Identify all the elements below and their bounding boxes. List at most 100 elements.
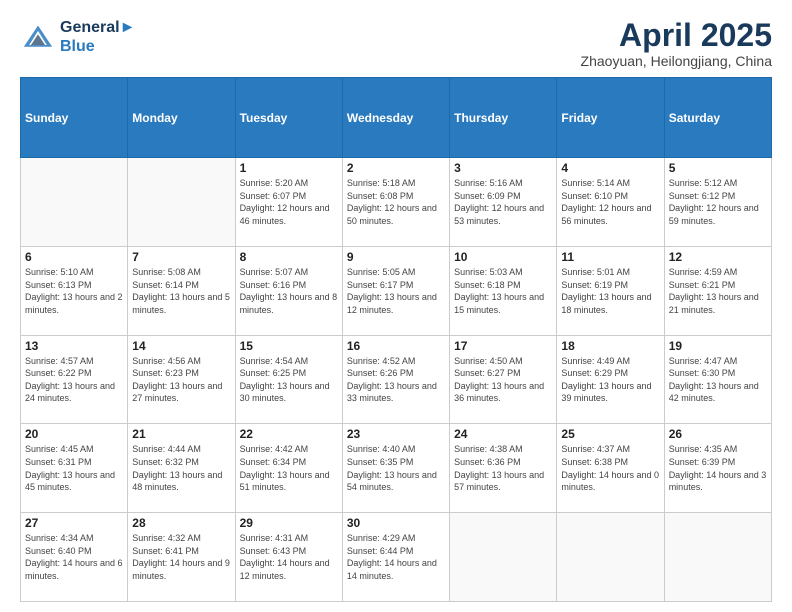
week-row-3: 13 Sunrise: 4:57 AM Sunset: 6:22 PM Dayli…	[21, 335, 772, 424]
logo-text: General► Blue	[60, 18, 135, 56]
week-row-1: 1 Sunrise: 5:20 AM Sunset: 6:07 PM Daylig…	[21, 158, 772, 247]
day-number: 28	[132, 516, 230, 530]
day-info: Sunrise: 5:07 AM Sunset: 6:16 PM Dayligh…	[240, 266, 338, 316]
day-info: Sunrise: 4:29 AM Sunset: 6:44 PM Dayligh…	[347, 532, 445, 582]
calendar-cell: 29 Sunrise: 4:31 AM Sunset: 6:43 PM Dayli…	[235, 513, 342, 602]
day-number: 11	[561, 250, 659, 264]
day-info: Sunrise: 5:20 AM Sunset: 6:07 PM Dayligh…	[240, 177, 338, 227]
calendar-cell: 21 Sunrise: 4:44 AM Sunset: 6:32 PM Dayli…	[128, 424, 235, 513]
day-number: 19	[669, 339, 767, 353]
weekday-header-tuesday: Tuesday	[235, 78, 342, 158]
weekday-header-thursday: Thursday	[450, 78, 557, 158]
calendar-cell: 14 Sunrise: 4:56 AM Sunset: 6:23 PM Dayli…	[128, 335, 235, 424]
week-row-4: 20Sunrise: 4:45 AM Sunset: 6:31 PM Dayli…	[21, 424, 772, 513]
calendar-cell: 28 Sunrise: 4:32 AM Sunset: 6:41 PM Dayli…	[128, 513, 235, 602]
day-info: Sunrise: 4:35 AM Sunset: 6:39 PM Dayligh…	[669, 443, 767, 493]
month-title: April 2025	[581, 18, 772, 53]
calendar-cell: 1 Sunrise: 5:20 AM Sunset: 6:07 PM Daylig…	[235, 158, 342, 247]
day-info: Sunrise: 4:54 AM Sunset: 6:25 PM Dayligh…	[240, 355, 338, 405]
calendar-cell: 19 Sunrise: 4:47 AM Sunset: 6:30 PM Dayli…	[664, 335, 771, 424]
day-number: 20	[25, 427, 123, 441]
calendar-cell: 17 Sunrise: 4:50 AM Sunset: 6:27 PM Dayli…	[450, 335, 557, 424]
calendar-cell	[557, 513, 664, 602]
day-number: 15	[240, 339, 338, 353]
calendar-cell	[21, 158, 128, 247]
day-number: 4	[561, 161, 659, 175]
week-row-5: 27 Sunrise: 4:34 AM Sunset: 6:40 PM Dayli…	[21, 513, 772, 602]
day-number: 30	[347, 516, 445, 530]
calendar-cell	[664, 513, 771, 602]
day-info: Sunrise: 5:10 AM Sunset: 6:13 PM Dayligh…	[25, 266, 123, 316]
day-info: Sunrise: 4:34 AM Sunset: 6:40 PM Dayligh…	[25, 532, 123, 582]
day-info: Sunrise: 4:31 AM Sunset: 6:43 PM Dayligh…	[240, 532, 338, 582]
calendar-cell	[128, 158, 235, 247]
day-info: Sunrise: 4:49 AM Sunset: 6:29 PM Dayligh…	[561, 355, 659, 405]
calendar-cell	[450, 513, 557, 602]
day-number: 21	[132, 427, 230, 441]
title-area: April 2025 Zhaoyuan, Heilongjiang, China	[581, 18, 772, 69]
weekday-header-friday: Friday	[557, 78, 664, 158]
calendar-cell: 13 Sunrise: 4:57 AM Sunset: 6:22 PM Dayli…	[21, 335, 128, 424]
day-info: Sunrise: 4:44 AM Sunset: 6:32 PM Dayligh…	[132, 443, 230, 493]
day-info: Sunrise: 4:32 AM Sunset: 6:41 PM Dayligh…	[132, 532, 230, 582]
calendar-cell: 20Sunrise: 4:45 AM Sunset: 6:31 PM Dayli…	[21, 424, 128, 513]
weekday-header-monday: Monday	[128, 78, 235, 158]
calendar-cell: 26 Sunrise: 4:35 AM Sunset: 6:39 PM Dayli…	[664, 424, 771, 513]
day-number: 10	[454, 250, 552, 264]
calendar-cell: 27 Sunrise: 4:34 AM Sunset: 6:40 PM Dayli…	[21, 513, 128, 602]
day-number: 2	[347, 161, 445, 175]
calendar-cell: 24 Sunrise: 4:38 AM Sunset: 6:36 PM Dayli…	[450, 424, 557, 513]
day-info: Sunrise: 5:18 AM Sunset: 6:08 PM Dayligh…	[347, 177, 445, 227]
page: General► Blue April 2025 Zhaoyuan, Heilo…	[0, 0, 792, 612]
day-info: Sunrise: 4:47 AM Sunset: 6:30 PM Dayligh…	[669, 355, 767, 405]
day-number: 5	[669, 161, 767, 175]
day-number: 13	[25, 339, 123, 353]
day-number: 27	[25, 516, 123, 530]
day-number: 3	[454, 161, 552, 175]
calendar-cell: 12Sunrise: 4:59 AM Sunset: 6:21 PM Dayli…	[664, 246, 771, 335]
day-number: 29	[240, 516, 338, 530]
day-info: Sunrise: 4:42 AM Sunset: 6:34 PM Dayligh…	[240, 443, 338, 493]
header: General► Blue April 2025 Zhaoyuan, Heilo…	[20, 18, 772, 69]
calendar-cell: 18Sunrise: 4:49 AM Sunset: 6:29 PM Dayli…	[557, 335, 664, 424]
calendar-cell: 8 Sunrise: 5:07 AM Sunset: 6:16 PM Daylig…	[235, 246, 342, 335]
calendar-cell: 5Sunrise: 5:12 AM Sunset: 6:12 PM Daylig…	[664, 158, 771, 247]
day-info: Sunrise: 4:40 AM Sunset: 6:35 PM Dayligh…	[347, 443, 445, 493]
day-number: 1	[240, 161, 338, 175]
day-info: Sunrise: 5:03 AM Sunset: 6:18 PM Dayligh…	[454, 266, 552, 316]
day-info: Sunrise: 5:05 AM Sunset: 6:17 PM Dayligh…	[347, 266, 445, 316]
weekday-header-saturday: Saturday	[664, 78, 771, 158]
day-info: Sunrise: 5:14 AM Sunset: 6:10 PM Dayligh…	[561, 177, 659, 227]
day-info: Sunrise: 4:52 AM Sunset: 6:26 PM Dayligh…	[347, 355, 445, 405]
day-number: 9	[347, 250, 445, 264]
day-info: Sunrise: 4:56 AM Sunset: 6:23 PM Dayligh…	[132, 355, 230, 405]
day-info: Sunrise: 5:16 AM Sunset: 6:09 PM Dayligh…	[454, 177, 552, 227]
day-number: 26	[669, 427, 767, 441]
calendar-cell: 30 Sunrise: 4:29 AM Sunset: 6:44 PM Dayli…	[342, 513, 449, 602]
day-info: Sunrise: 4:50 AM Sunset: 6:27 PM Dayligh…	[454, 355, 552, 405]
calendar-table: SundayMondayTuesdayWednesdayThursdayFrid…	[20, 77, 772, 602]
day-number: 17	[454, 339, 552, 353]
day-number: 8	[240, 250, 338, 264]
calendar-cell: 23 Sunrise: 4:40 AM Sunset: 6:35 PM Dayli…	[342, 424, 449, 513]
weekday-header-sunday: Sunday	[21, 78, 128, 158]
location: Zhaoyuan, Heilongjiang, China	[581, 53, 772, 69]
day-number: 7	[132, 250, 230, 264]
calendar-cell: 3 Sunrise: 5:16 AM Sunset: 6:09 PM Daylig…	[450, 158, 557, 247]
calendar-cell: 22 Sunrise: 4:42 AM Sunset: 6:34 PM Dayli…	[235, 424, 342, 513]
day-number: 6	[25, 250, 123, 264]
day-number: 22	[240, 427, 338, 441]
day-info: Sunrise: 5:01 AM Sunset: 6:19 PM Dayligh…	[561, 266, 659, 316]
day-number: 24	[454, 427, 552, 441]
week-row-2: 6 Sunrise: 5:10 AM Sunset: 6:13 PM Daylig…	[21, 246, 772, 335]
day-info: Sunrise: 4:57 AM Sunset: 6:22 PM Dayligh…	[25, 355, 123, 405]
day-number: 16	[347, 339, 445, 353]
weekday-header-row: SundayMondayTuesdayWednesdayThursdayFrid…	[21, 78, 772, 158]
day-number: 23	[347, 427, 445, 441]
day-info: Sunrise: 4:37 AM Sunset: 6:38 PM Dayligh…	[561, 443, 659, 493]
logo-icon	[20, 22, 56, 52]
day-number: 14	[132, 339, 230, 353]
weekday-header-wednesday: Wednesday	[342, 78, 449, 158]
calendar-cell: 15 Sunrise: 4:54 AM Sunset: 6:25 PM Dayli…	[235, 335, 342, 424]
day-info: Sunrise: 4:38 AM Sunset: 6:36 PM Dayligh…	[454, 443, 552, 493]
